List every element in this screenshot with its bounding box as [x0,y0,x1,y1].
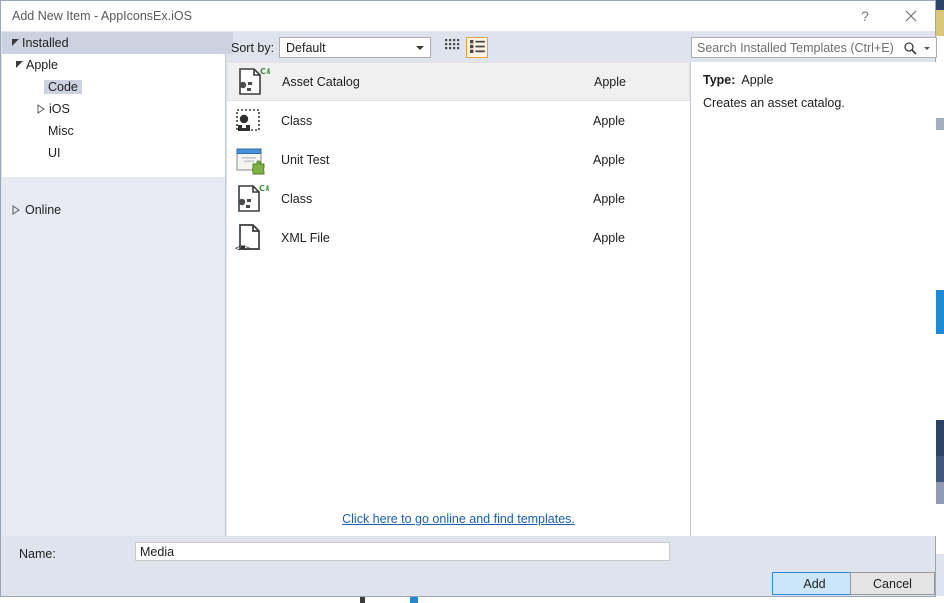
cancel-button[interactable]: Cancel [850,572,935,595]
template-name: Unit Test [281,152,330,167]
sidebar-item-label: iOS [49,102,70,116]
close-button[interactable] [889,1,933,31]
title-bar: Add New Item - AppIconsEx.iOS ? [1,1,935,31]
sort-by-value: Default [286,41,326,55]
tiles-view-button[interactable] [441,37,463,58]
search-input[interactable]: Search Installed Templates (Ctrl+E) [691,37,937,58]
help-button[interactable]: ? [843,1,887,31]
add-button[interactable]: Add [772,572,857,595]
grid-tiles-icon [444,39,460,56]
sidebar-item-apple[interactable]: Apple [2,54,225,76]
template-list: C# Asset Catalog Apple Class Apple [227,62,691,536]
table-row[interactable]: < > XML File Apple [227,218,690,257]
expanded-triangle-icon[interactable] [14,59,26,71]
name-row: Name: Media [2,536,934,572]
dotted-class-icon [233,105,269,137]
collapsed-triangle-icon[interactable] [35,103,47,115]
name-label: Name: [19,547,56,561]
sort-by-select[interactable]: Default [279,37,431,58]
sidebar-item-code[interactable]: Code [2,76,225,98]
sidebar-item-label: Code [44,80,82,94]
search-icon[interactable] [903,41,917,58]
sidebar-item-ios[interactable]: iOS [2,98,225,120]
name-input[interactable]: Media [135,542,670,561]
template-details-pane: Type: Apple Creates an asset catalog. [691,62,936,536]
detail-description: Creates an asset catalog. [703,96,845,110]
chevron-down-icon[interactable] [924,47,930,50]
expanded-triangle-icon[interactable] [10,37,22,49]
list-view-button[interactable] [466,37,488,58]
csharp-asset-file-icon: C# [233,183,269,215]
installed-tree-pane: Installed Apple Code iOS Misc UI Online [2,32,233,536]
list-view-icon [469,39,485,56]
template-origin: Apple [593,113,625,128]
tree-node-list: Apple Code iOS Misc UI [2,54,225,177]
table-row[interactable]: Unit Test Apple [227,140,690,179]
svg-text:>: > [245,244,250,254]
find-online-templates-link[interactable]: Click here to go online and find templat… [342,512,575,526]
background-window-bottom-edge [0,596,944,603]
unit-test-window-icon [233,144,269,176]
svg-text:<: < [235,244,240,254]
template-origin: Apple [593,230,625,245]
sidebar-item-online[interactable]: Online [2,199,233,221]
template-origin: Apple [594,74,626,89]
sidebar-item-label: UI [48,146,61,160]
chevron-down-icon [416,46,424,50]
background-window-right-edge [936,0,944,603]
tree-header-label: Installed [22,36,69,50]
detail-type-label: Type: [703,73,736,87]
template-name: Class [281,191,313,206]
collapsed-triangle-icon[interactable] [10,204,22,216]
sidebar-item-misc[interactable]: Misc [2,120,225,142]
tree-header-installed[interactable]: Installed [2,32,233,54]
svg-text:C#: C# [259,184,269,193]
sidebar-item-label: Misc [48,124,74,138]
sidebar-item-label: Apple [26,58,58,72]
table-row[interactable]: Class Apple [227,101,690,140]
name-input-value: Media [140,545,175,559]
question-mark-icon: ? [861,8,869,24]
find-online-templates-link-wrap: Click here to go online and find templat… [227,512,690,526]
table-row[interactable]: C# Asset Catalog Apple [227,62,690,101]
templates-toolbar: Sort by: Default Search Installed Templa… [227,32,937,62]
csharp-asset-file-icon: C# [234,66,270,98]
sort-by-label: Sort by: [231,41,275,55]
sidebar-item-label: Online [25,203,62,217]
detail-type-row: Type: Apple [703,73,773,87]
dialog-window: Add New Item - AppIconsEx.iOS ? Installe… [0,0,937,597]
close-icon [905,10,917,22]
search-placeholder: Search Installed Templates (Ctrl+E) [697,41,894,55]
template-name: Asset Catalog [282,74,360,89]
template-origin: Apple [593,191,625,206]
svg-text:C#: C# [260,67,270,76]
dialog-title: Add New Item - AppIconsEx.iOS [12,9,192,23]
table-row[interactable]: C# Class Apple [227,179,690,218]
sidebar-item-ui[interactable]: UI [2,142,225,164]
add-new-item-dialog-screen: Add New Item - AppIconsEx.iOS ? Installe… [0,0,944,603]
detail-type-value: Apple [741,73,774,87]
template-origin: Apple [593,152,625,167]
xml-file-icon: < > [233,222,269,254]
template-name: Class [281,113,313,128]
template-name: XML File [281,230,330,245]
